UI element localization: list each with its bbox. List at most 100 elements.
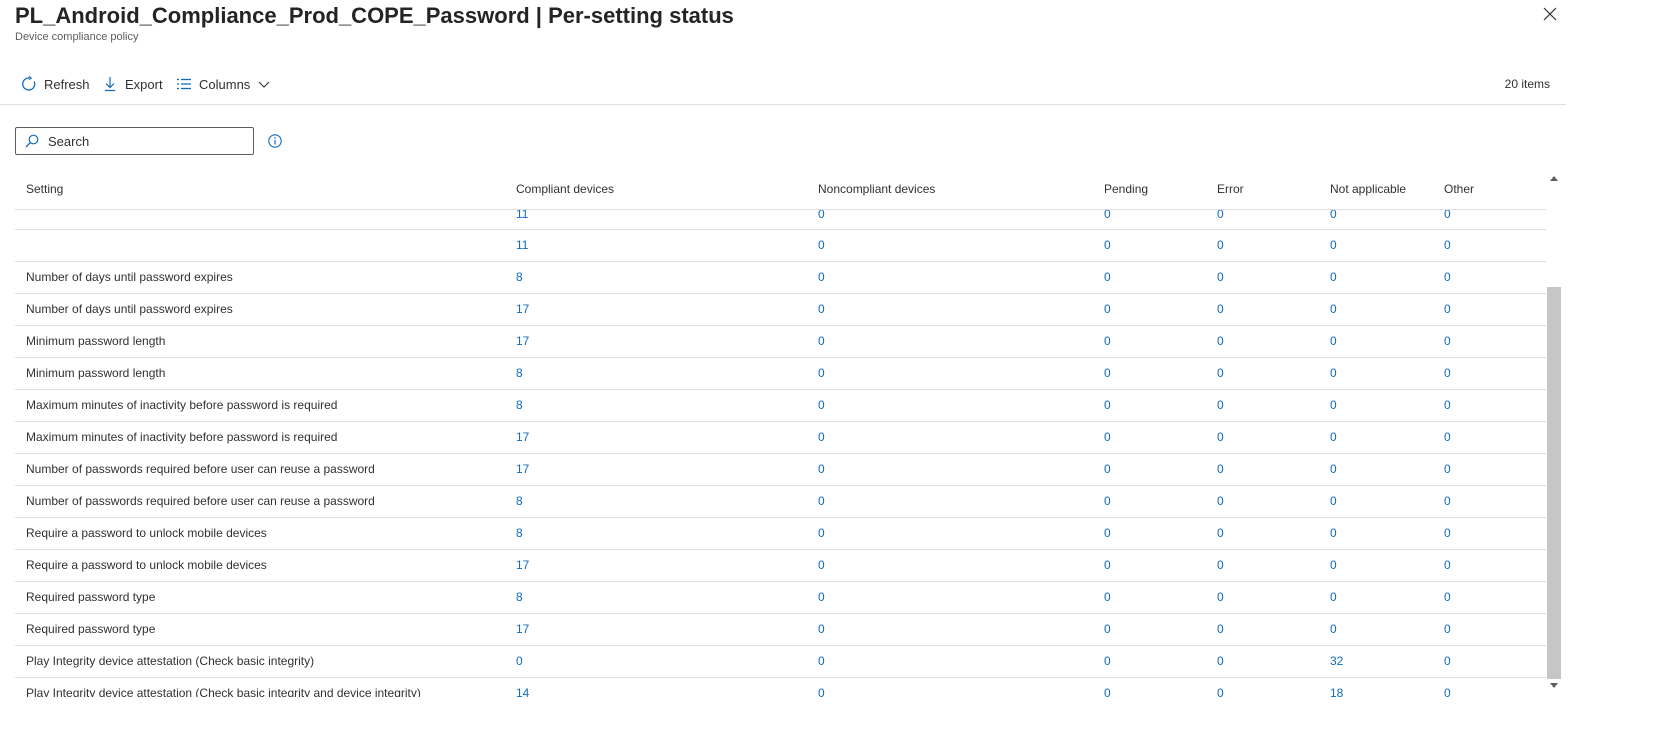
table-row[interactable]: Required password type 17 0 0 0 0 0 [15, 614, 1546, 646]
table-row[interactable]: Minimum password length 17 0 0 0 0 0 [15, 326, 1546, 358]
table-row[interactable]: 11 0 0 0 0 0 [15, 230, 1546, 262]
noncompliant-cell[interactable]: 0 [818, 358, 825, 389]
table-row[interactable]: Play Integrity device attestation (Check… [15, 678, 1546, 697]
not-applicable-cell[interactable]: 0 [1330, 230, 1337, 261]
close-icon[interactable] [1542, 6, 1558, 22]
other-cell[interactable]: 0 [1444, 486, 1451, 517]
columns-button[interactable]: Columns [176, 72, 270, 96]
noncompliant-cell[interactable]: 0 [818, 390, 825, 421]
not-applicable-cell[interactable]: 0 [1330, 208, 1337, 220]
column-header-pending[interactable]: Pending [1104, 182, 1148, 196]
not-applicable-cell[interactable]: 0 [1330, 262, 1337, 293]
compliant-cell[interactable]: 8 [516, 358, 523, 389]
pending-cell[interactable]: 0 [1104, 358, 1111, 389]
other-cell[interactable]: 0 [1444, 358, 1451, 389]
not-applicable-cell[interactable]: 0 [1330, 518, 1337, 549]
scrollbar-thumb[interactable] [1547, 287, 1561, 679]
table-row[interactable]: Play Integrity device attestation (Check… [15, 646, 1546, 678]
other-cell[interactable]: 0 [1444, 678, 1451, 697]
error-cell[interactable]: 0 [1217, 326, 1224, 357]
error-cell[interactable]: 0 [1217, 208, 1224, 220]
compliant-cell[interactable]: 11 [516, 230, 528, 261]
error-cell[interactable]: 0 [1217, 422, 1224, 453]
not-applicable-cell[interactable]: 0 [1330, 614, 1337, 645]
compliant-cell[interactable]: 0 [516, 646, 523, 677]
column-header-not-applicable[interactable]: Not applicable [1330, 182, 1406, 196]
other-cell[interactable]: 0 [1444, 582, 1451, 613]
error-cell[interactable]: 0 [1217, 358, 1224, 389]
table-row[interactable]: Number of passwords required before user… [15, 454, 1546, 486]
pending-cell[interactable]: 0 [1104, 262, 1111, 293]
error-cell[interactable]: 0 [1217, 678, 1224, 697]
not-applicable-cell[interactable]: 0 [1330, 294, 1337, 325]
noncompliant-cell[interactable]: 0 [818, 454, 825, 485]
not-applicable-cell[interactable]: 0 [1330, 422, 1337, 453]
search-field[interactable] [15, 127, 254, 155]
other-cell[interactable]: 0 [1444, 614, 1451, 645]
not-applicable-cell[interactable]: 0 [1330, 390, 1337, 421]
error-cell[interactable]: 0 [1217, 486, 1224, 517]
not-applicable-cell[interactable]: 0 [1330, 326, 1337, 357]
pending-cell[interactable]: 0 [1104, 208, 1111, 220]
compliant-cell[interactable]: 8 [516, 262, 523, 293]
pending-cell[interactable]: 0 [1104, 422, 1111, 453]
noncompliant-cell[interactable]: 0 [818, 646, 825, 677]
noncompliant-cell[interactable]: 0 [818, 518, 825, 549]
compliant-cell[interactable]: 17 [516, 550, 529, 581]
error-cell[interactable]: 0 [1217, 550, 1224, 581]
table-row[interactable]: Number of days until password expires 17 0… [15, 294, 1546, 326]
error-cell[interactable]: 0 [1217, 518, 1224, 549]
export-button[interactable]: Export [102, 72, 163, 96]
vertical-scrollbar[interactable] [1546, 173, 1562, 697]
not-applicable-cell[interactable]: 0 [1330, 486, 1337, 517]
table-row[interactable]: Require a password to unlock mobile devi… [15, 550, 1546, 582]
other-cell[interactable]: 0 [1444, 230, 1451, 261]
compliant-cell[interactable]: 8 [516, 390, 523, 421]
pending-cell[interactable]: 0 [1104, 294, 1111, 325]
column-header-other[interactable]: Other [1444, 182, 1474, 196]
table-row[interactable]: Maximum minutes of inactivity before pas… [15, 422, 1546, 454]
noncompliant-cell[interactable]: 0 [818, 550, 825, 581]
pending-cell[interactable]: 0 [1104, 614, 1111, 645]
compliant-cell[interactable]: 17 [516, 422, 529, 453]
not-applicable-cell[interactable]: 0 [1330, 358, 1337, 389]
compliant-cell[interactable]: 8 [516, 518, 523, 549]
scroll-up-icon[interactable] [1550, 176, 1558, 181]
other-cell[interactable]: 0 [1444, 518, 1451, 549]
pending-cell[interactable]: 0 [1104, 678, 1111, 697]
other-cell[interactable]: 0 [1444, 208, 1451, 220]
not-applicable-cell[interactable]: 0 [1330, 582, 1337, 613]
column-header-noncompliant[interactable]: Noncompliant devices [818, 182, 935, 196]
table-row[interactable]: Minimum password length 8 0 0 0 0 0 [15, 358, 1546, 390]
not-applicable-cell[interactable]: 0 [1330, 454, 1337, 485]
more-options-icon[interactable]: ··· [709, 4, 726, 20]
scroll-down-icon[interactable] [1550, 683, 1558, 688]
noncompliant-cell[interactable]: 0 [818, 230, 825, 261]
error-cell[interactable]: 0 [1217, 614, 1224, 645]
pending-cell[interactable]: 0 [1104, 646, 1111, 677]
error-cell[interactable]: 0 [1217, 230, 1224, 261]
noncompliant-cell[interactable]: 0 [818, 326, 825, 357]
other-cell[interactable]: 0 [1444, 550, 1451, 581]
compliant-cell[interactable]: 17 [516, 454, 529, 485]
other-cell[interactable]: 0 [1444, 390, 1451, 421]
table-row[interactable]: Maximum minutes of inactivity before pas… [15, 390, 1546, 422]
column-header-setting[interactable]: Setting [26, 182, 63, 196]
pending-cell[interactable]: 0 [1104, 486, 1111, 517]
pending-cell[interactable]: 0 [1104, 390, 1111, 421]
noncompliant-cell[interactable]: 0 [818, 422, 825, 453]
other-cell[interactable]: 0 [1444, 262, 1451, 293]
table-row[interactable]: Require a password to unlock mobile devi… [15, 518, 1546, 550]
info-icon[interactable] [268, 134, 282, 148]
search-input[interactable] [46, 132, 240, 150]
not-applicable-cell[interactable]: 18 [1330, 678, 1343, 697]
table-row[interactable]: Number of passwords required before user… [15, 486, 1546, 518]
error-cell[interactable]: 0 [1217, 262, 1224, 293]
not-applicable-cell[interactable]: 32 [1330, 646, 1343, 677]
compliant-cell[interactable]: 17 [516, 614, 529, 645]
pending-cell[interactable]: 0 [1104, 230, 1111, 261]
column-header-compliant[interactable]: Compliant devices [516, 182, 614, 196]
noncompliant-cell[interactable]: 0 [818, 582, 825, 613]
error-cell[interactable]: 0 [1217, 390, 1224, 421]
compliant-cell[interactable]: 14 [516, 678, 529, 697]
